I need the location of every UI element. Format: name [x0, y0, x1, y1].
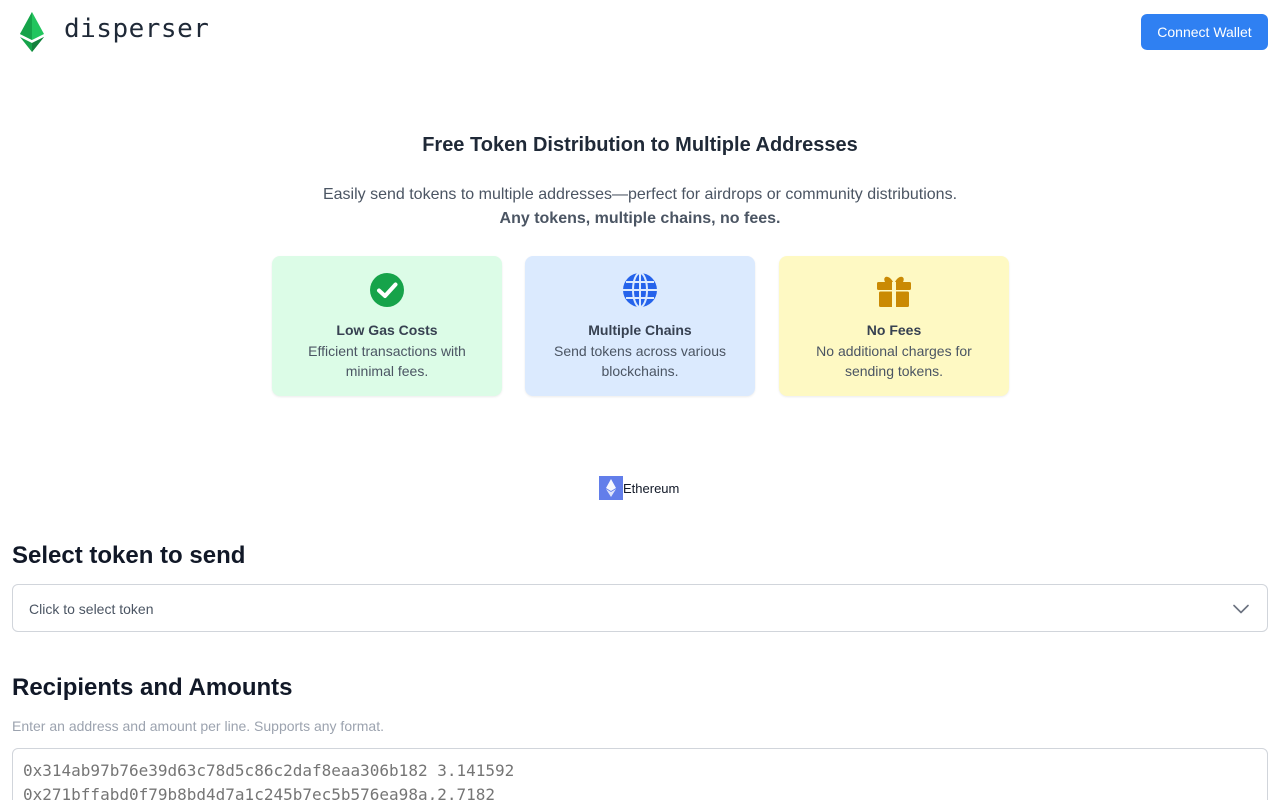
chain-label: Ethereum	[623, 481, 680, 496]
feature-card-multiple-chains: Multiple Chains Send tokens across vario…	[525, 256, 755, 396]
recipients-hint: Enter an address and amount per line. Su…	[12, 718, 384, 734]
header: disperser Connect Wallet	[0, 0, 1280, 64]
chevron-down-icon	[1233, 604, 1249, 614]
token-section-title: Select token to send	[12, 542, 246, 569]
token-select-dropdown[interactable]: Click to select token	[12, 584, 1268, 632]
feature-description: Send tokens across various blockchains.	[554, 343, 726, 379]
feature-description: No additional charges for sending tokens…	[816, 343, 972, 379]
feature-title: Multiple Chains	[588, 322, 692, 338]
connect-wallet-button[interactable]: Connect Wallet	[1141, 14, 1268, 50]
hero-subtitle: Easily send tokens to multiple addresses…	[322, 186, 958, 203]
feature-card-low-gas: Low Gas Costs Efficient transactions wit…	[272, 256, 502, 396]
token-select-placeholder: Click to select token	[29, 601, 154, 617]
ethereum-icon	[599, 476, 623, 500]
recipients-section-title: Recipients and Amounts	[12, 674, 293, 701]
check-circle-icon	[370, 273, 404, 307]
feature-title: No Fees	[866, 322, 922, 338]
disperser-logo-icon[interactable]	[20, 12, 44, 52]
feature-card-no-fees: No Fees No additional charges for sendin…	[779, 256, 1009, 396]
feature-description: Efficient transactions with minimal fees…	[308, 343, 466, 379]
brand-name[interactable]: disperser	[64, 14, 209, 44]
recipients-textarea[interactable]	[12, 748, 1268, 800]
globe-icon	[623, 272, 657, 308]
gift-icon	[877, 276, 911, 307]
feature-title: Low Gas Costs	[336, 322, 438, 338]
hero-title: Free Token Distribution to Multiple Addr…	[422, 134, 858, 156]
hero-tagline: Any tokens, multiple chains, no fees.	[499, 210, 781, 227]
